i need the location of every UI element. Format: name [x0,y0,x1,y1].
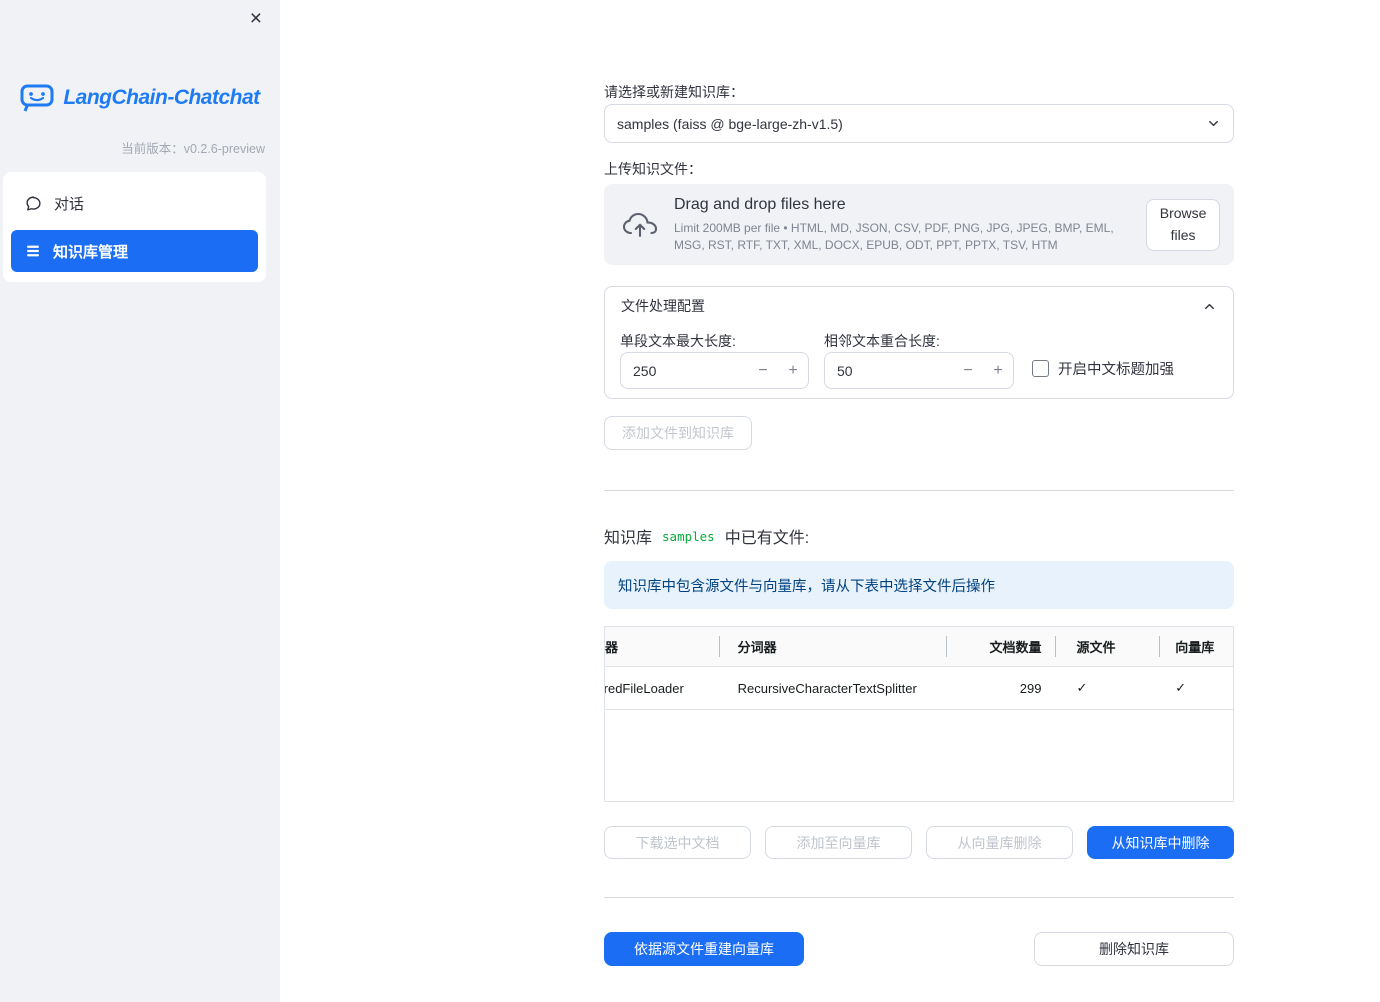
delete-from-vector-store-button[interactable]: 从向量库删除 [926,826,1073,859]
list-stack-icon [25,243,41,259]
sidebar-menu: 对话 知识库管理 [3,172,266,282]
sidebar: × LangChain-Chatchat 当前版本：v0.2.6-preview… [0,0,280,1002]
table-header-source-file[interactable]: 源文件 [1056,627,1161,666]
add-files-to-kb-button[interactable]: 添加文件到知识库 [604,416,752,450]
file-uploader-dropzone[interactable]: Drag and drop files here Limit 200MB per… [604,184,1234,265]
table-header-vector-store[interactable]: 向量库 [1160,627,1233,666]
sidebar-item-knowledge-base[interactable]: 知识库管理 [11,230,258,272]
kb-files-suffix: 中已有文件: [724,530,810,547]
kb-select-label: 请选择或新建知识库： [604,84,744,100]
chunk-size-value[interactable]: 250 [621,363,748,379]
chunk-size-decrement-button[interactable]: − [748,362,778,380]
chunk-size-label: 单段文本最大长度: [620,333,736,349]
cell-loader: UnstructuredFileLoader [605,680,684,696]
overlap-size-decrement-button[interactable]: − [953,362,983,380]
cell-splitter: RecursiveCharacterTextSplitter [737,680,917,696]
kb-select-value: samples (faiss @ bge-large-zh-v1.5) [617,115,843,132]
info-alert-text: 知识库中包含源文件与向量库，请从下表中选择文件后操作 [618,578,995,595]
divider [604,897,1234,898]
kb-select[interactable]: samples (faiss @ bge-large-zh-v1.5) [604,104,1234,143]
uploader-text-block: Drag and drop files here Limit 200MB per… [674,196,1146,252]
cell-in-source-check: ✓ [1076,680,1088,695]
sidebar-item-label: 知识库管理 [53,243,129,261]
divider [604,490,1234,491]
file-config-expander: 文件处理配置 单段文本最大长度: 相邻文本重合长度: 250 − + 50 − … [604,286,1234,399]
kb-name-code: samples [662,528,715,544]
overlap-size-label: 相邻文本重合长度: [824,333,940,349]
kb-files-heading: 知识库 samples 中已有文件: [604,524,809,548]
zh-title-enhance-checkbox-row[interactable]: 开启中文标题加强 [1032,358,1174,379]
logo-text: LangChain-Chatchat [63,86,260,109]
logo-chat-icon [20,84,54,112]
overlap-size-input[interactable]: 50 − + [824,352,1014,389]
app-logo: LangChain-Chatchat [0,84,280,112]
chevron-up-icon [1202,299,1217,314]
overlap-size-increment-button[interactable]: + [983,362,1013,380]
add-to-vector-store-button[interactable]: 添加至向量库 [765,826,912,859]
chunk-size-input[interactable]: 250 − + [620,352,809,389]
table-header-loader[interactable]: 文档加载器 [605,627,720,666]
rebuild-vector-store-button[interactable]: 依据源文件重建向量库 [604,932,804,966]
cell-doc-count: 299 [1019,680,1042,696]
upload-label: 上传知识文件： [604,161,702,177]
uploader-limits: Limit 200MB per file • HTML, MD, JSON, C… [674,221,1114,252]
delete-from-kb-button[interactable]: 从知识库中删除 [1087,826,1234,859]
info-alert: 知识库中包含源文件与向量库，请从下表中选择文件后操作 [604,561,1234,609]
chat-bubble-icon [25,195,42,212]
kb-files-prefix: 知识库 [604,530,653,547]
cloud-upload-icon [622,212,658,238]
table-header-splitter[interactable]: 分词器 [720,627,947,666]
sidebar-item-label: 对话 [54,195,85,213]
table-row[interactable]: UnstructuredFileLoader RecursiveCharacte… [605,667,1233,710]
download-selected-button[interactable]: 下载选中文档 [604,826,751,859]
zh-title-enhance-label: 开启中文标题加强 [1058,362,1174,378]
expander-header[interactable]: 文件处理配置 [605,287,1233,325]
chevron-down-icon [1206,116,1221,131]
table-action-buttons: 下载选中文档 添加至向量库 从向量库删除 从知识库中删除 [604,826,1234,859]
browse-files-button[interactable]: Browse files [1146,198,1220,251]
sidebar-close-icon[interactable]: × [244,4,268,33]
expander-title: 文件处理配置 [621,298,705,314]
uploader-title: Drag and drop files here [674,196,846,214]
sidebar-item-dialogue[interactable]: 对话 [11,182,258,224]
version-label: 当前版本：v0.2.6-preview [121,142,265,156]
delete-kb-button[interactable]: 删除知识库 [1034,932,1234,966]
checkbox-unchecked[interactable] [1032,360,1049,377]
overlap-size-value[interactable]: 50 [825,363,953,379]
main-content: 请选择或新建知识库： samples (faiss @ bge-large-zh… [604,0,1234,1002]
cell-in-vector-check: ✓ [1175,680,1187,695]
chunk-size-increment-button[interactable]: + [778,362,808,380]
table-header-row: 文档加载器 分词器 文档数量 源文件 向量库 [605,627,1233,667]
table-header-doc-count[interactable]: 文档数量 [947,627,1056,666]
kb-files-table: 文档加载器 分词器 文档数量 源文件 向量库 UnstructuredFileL… [604,626,1234,802]
